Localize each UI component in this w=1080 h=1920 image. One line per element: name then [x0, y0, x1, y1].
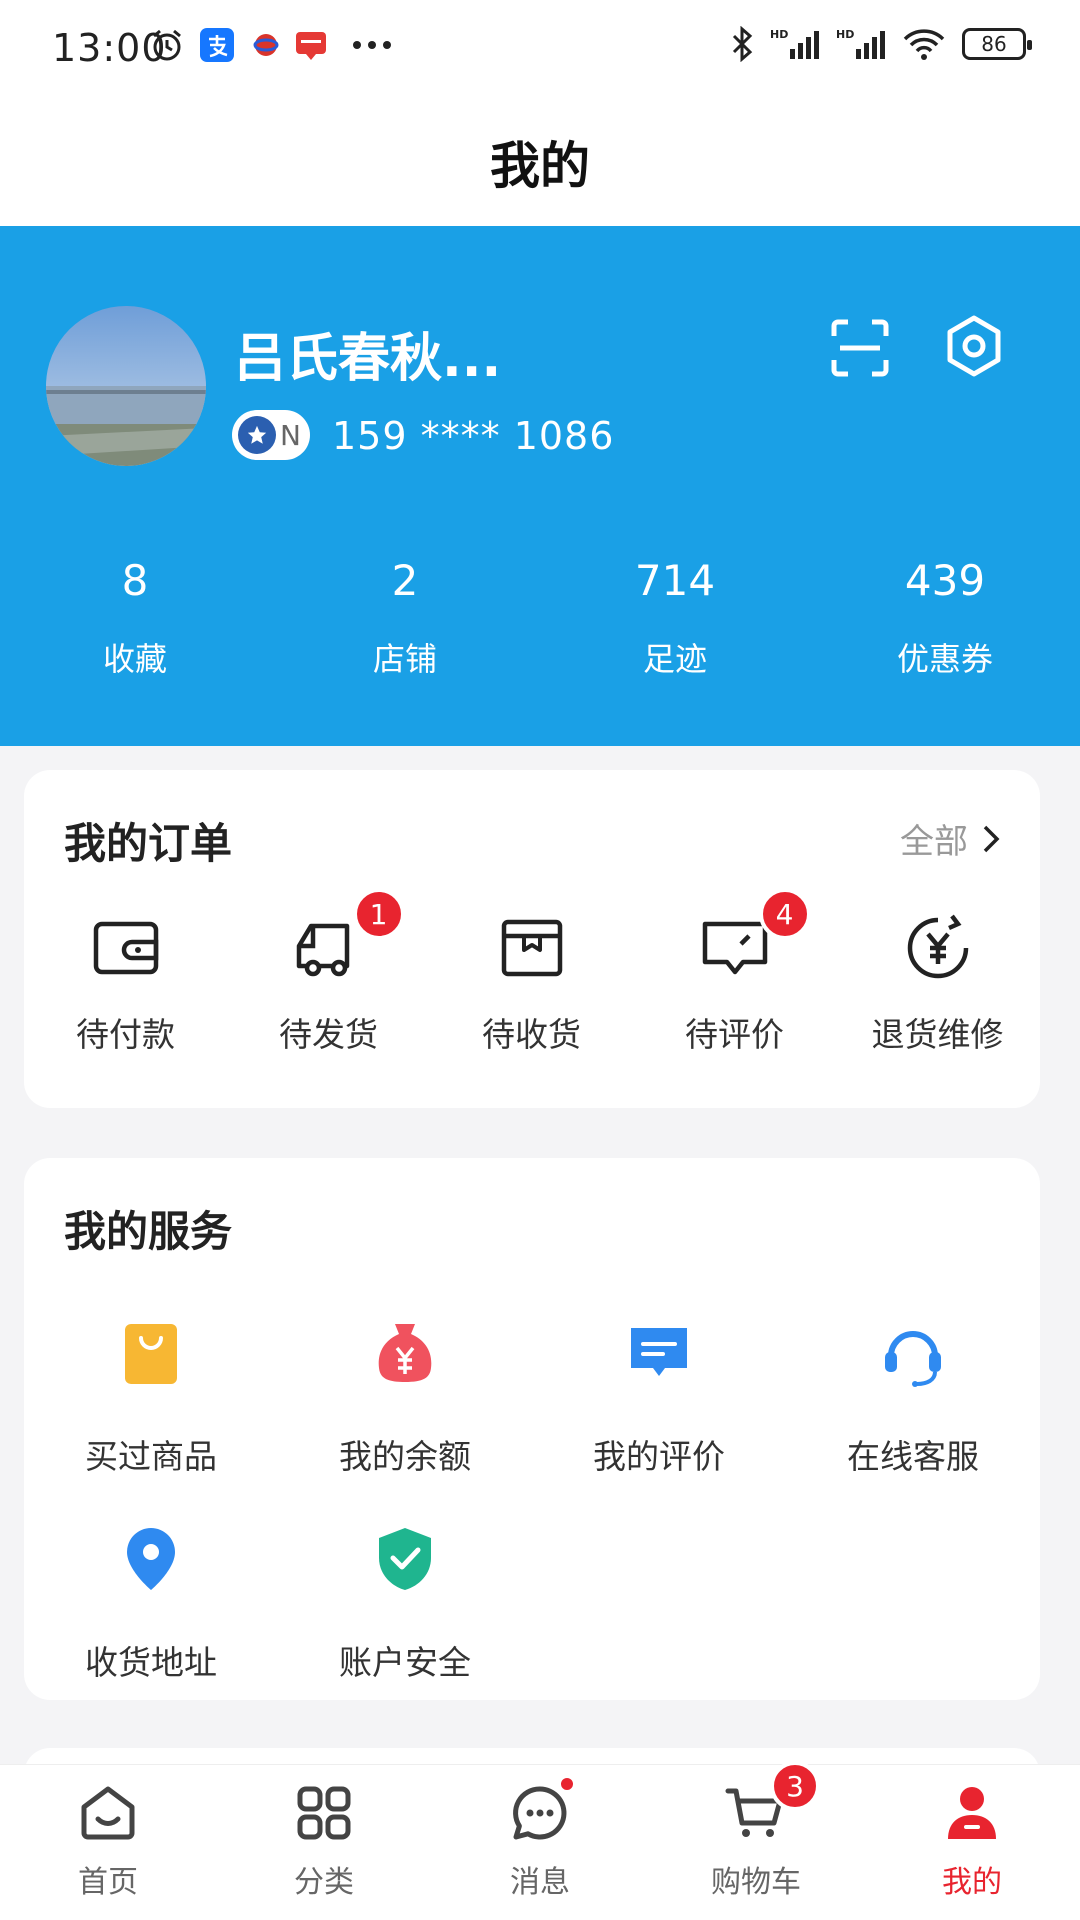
- service-label: 账户安全: [339, 1643, 471, 1682]
- shield-icon: [379, 1528, 431, 1590]
- stat-footprints[interactable]: 714 足迹: [540, 556, 810, 680]
- order-label: 待评价: [685, 1015, 784, 1054]
- more-dots-icon: [353, 41, 391, 49]
- stat-favorites[interactable]: 8 收藏: [0, 556, 270, 680]
- username[interactable]: 吕氏春秋...: [234, 316, 501, 391]
- service-online-support[interactable]: 在线客服: [786, 1318, 1040, 1524]
- stat-value: 8: [121, 556, 149, 605]
- stat-shops[interactable]: 2 店铺: [270, 556, 540, 680]
- shopping-bag-icon: [125, 1324, 177, 1384]
- see-all-orders-link[interactable]: 全部: [900, 814, 1000, 863]
- avatar[interactable]: [46, 306, 206, 466]
- avatar-image: [46, 306, 206, 466]
- news-app-icon: [296, 32, 326, 60]
- stat-label: 足迹: [642, 640, 707, 678]
- service-shipping-address[interactable]: 收货地址: [24, 1524, 278, 1730]
- service-label: 我的评价: [593, 1437, 725, 1476]
- stats-row: 8 收藏 2 店铺 714 足迹 439 优惠券: [0, 556, 1080, 680]
- home-icon: [81, 1786, 135, 1840]
- wallet-icon: [93, 921, 158, 975]
- refund-icon: [907, 914, 968, 979]
- nav-messages[interactable]: 消息: [432, 1765, 648, 1920]
- profile-section: 吕氏春秋... N 159 **** 1086 8 收藏 2 店铺 714 足迹…: [0, 226, 1080, 746]
- order-pending-payment[interactable]: 待付款: [24, 910, 227, 1056]
- order-count-badge: 1: [352, 888, 405, 940]
- unread-dot: [558, 1775, 576, 1793]
- service-label: 在线客服: [847, 1437, 979, 1476]
- settings-icon[interactable]: [942, 314, 1006, 378]
- user-icon: [948, 1787, 996, 1839]
- alipay-icon: [200, 28, 234, 62]
- alarm-icon: [153, 29, 181, 61]
- chevron-right-icon: [983, 825, 1000, 852]
- service-purchased-items[interactable]: 买过商品: [24, 1318, 278, 1524]
- page-header: 我的: [0, 96, 1080, 226]
- message-icon: [631, 1328, 687, 1376]
- stat-value: 714: [634, 556, 716, 605]
- headset-icon: [885, 1331, 941, 1387]
- nav-label: 消息: [510, 1865, 570, 1900]
- signal-hd-icon: HD: [770, 28, 819, 59]
- nav-category[interactable]: 分类: [216, 1765, 432, 1920]
- star-icon: [238, 416, 276, 454]
- nav-label: 购物车: [711, 1865, 801, 1900]
- service-label: 收货地址: [85, 1643, 217, 1682]
- order-pending-shipment[interactable]: 1 待发货: [227, 888, 430, 1056]
- service-my-balance[interactable]: 我的余额: [278, 1318, 532, 1524]
- nav-label: 首页: [78, 1865, 138, 1900]
- order-pending-receipt[interactable]: 待收货: [430, 910, 633, 1056]
- order-label: 待发货: [279, 1015, 378, 1054]
- orders-title: 我的订单: [64, 819, 233, 868]
- svg-text:HD: HD: [836, 28, 854, 41]
- order-label: 待付款: [76, 1015, 175, 1054]
- battery-level: 86: [981, 32, 1007, 56]
- cart-count-badge: 3: [770, 1761, 820, 1811]
- order-count-badge: 4: [758, 888, 811, 940]
- member-level: N: [280, 418, 301, 452]
- order-returns-repair[interactable]: 退货维修: [836, 910, 1039, 1056]
- service-label: 我的余额: [339, 1437, 471, 1476]
- services-card: 我的服务 买过商品 我的余额 我的评价 在线客服 收货地址 账户安全: [24, 1158, 1040, 1700]
- stat-coupons[interactable]: 439 优惠券: [810, 556, 1080, 680]
- bottom-nav: 首页 分类 消息 3 购物车 我的: [0, 1761, 1080, 1920]
- order-pending-review[interactable]: 4 待评价: [633, 888, 836, 1056]
- scan-icon[interactable]: [830, 318, 890, 378]
- category-icon: [297, 1786, 351, 1840]
- service-my-reviews[interactable]: 我的评价: [532, 1318, 786, 1524]
- battery-icon: 86: [962, 28, 1032, 60]
- nav-home[interactable]: 首页: [0, 1765, 216, 1920]
- package-icon: [501, 919, 562, 977]
- bluetooth-icon: [732, 26, 753, 62]
- member-level-badge[interactable]: N: [232, 410, 310, 460]
- money-bag-icon: [378, 1324, 432, 1382]
- page-title: 我的: [490, 137, 590, 195]
- nav-label: 分类: [294, 1865, 354, 1900]
- location-icon: [127, 1528, 175, 1590]
- globe-app-icon: [253, 34, 279, 56]
- nav-label: 我的: [942, 1865, 1002, 1900]
- wifi-icon: [903, 29, 945, 60]
- stat-label: 店铺: [372, 640, 437, 678]
- signal-hd-icon: HD: [836, 28, 885, 59]
- service-account-security[interactable]: 账户安全: [278, 1524, 532, 1730]
- svg-text:HD: HD: [770, 28, 788, 41]
- stat-label: 收藏: [102, 640, 167, 678]
- services-title: 我的服务: [64, 1207, 233, 1256]
- stat-label: 优惠券: [896, 640, 993, 678]
- nav-profile[interactable]: 我的: [864, 1765, 1080, 1920]
- phone-number: 159 **** 1086: [332, 414, 615, 458]
- status-bar: 13:00 HD HD 86: [0, 0, 1080, 96]
- stat-value: 439: [904, 556, 986, 605]
- order-label: 退货维修: [871, 1015, 1004, 1054]
- nav-cart[interactable]: 3 购物车: [648, 1761, 864, 1920]
- see-all-label: 全部: [900, 822, 968, 862]
- order-label: 待收货: [482, 1015, 581, 1054]
- stat-value: 2: [391, 556, 419, 605]
- service-label: 买过商品: [85, 1437, 217, 1476]
- orders-card: 我的订单 全部 待付款 1 待发货 待收货 4 待评价 退货维修: [24, 770, 1040, 1108]
